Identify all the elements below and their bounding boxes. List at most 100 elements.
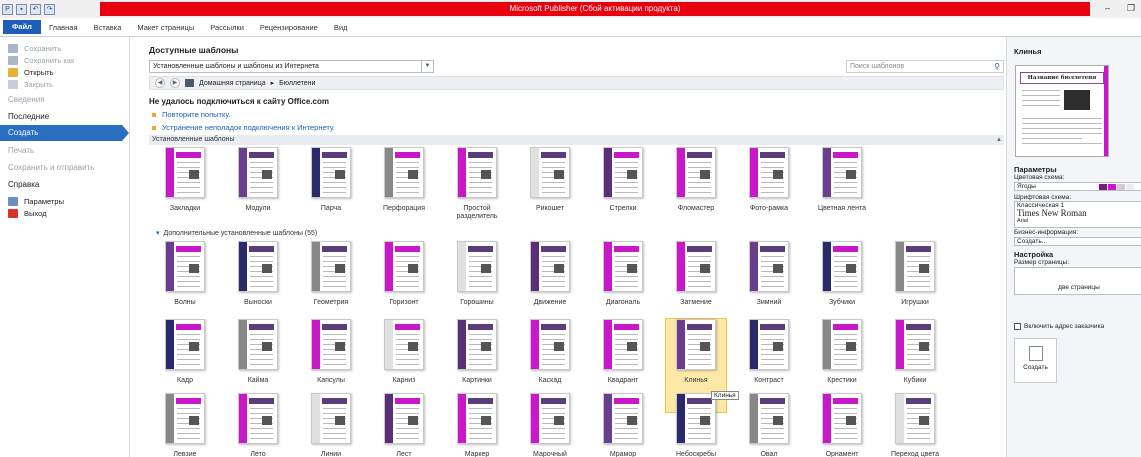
template-thumbnail[interactable]: Затмение <box>665 241 727 307</box>
forward-icon[interactable]: ▶ <box>170 78 180 88</box>
minimize-button[interactable]: – <box>1105 3 1110 13</box>
troubleshoot-link[interactable]: Устранение неполадок подключения к Интер… <box>152 123 335 132</box>
include-address-checkbox[interactable]: Включить адрес заказчика <box>1014 323 1104 330</box>
more-templates-header[interactable]: ▾ Дополнительные установленные шаблоны (5… <box>156 229 317 237</box>
business-info-select[interactable]: Создать... <box>1014 237 1141 246</box>
redo-icon[interactable]: ↷ <box>44 3 55 15</box>
template-thumbnail[interactable]: Картинки <box>446 319 508 385</box>
collapse-icon[interactable]: ▾ <box>156 230 160 237</box>
template-thumbnail[interactable]: Переход цвета <box>884 393 946 457</box>
template-thumbnail[interactable]: Диагональ <box>592 241 654 307</box>
template-thumbnail[interactable]: Выноски <box>227 241 289 307</box>
thumb-line <box>177 182 200 183</box>
template-thumbnail[interactable]: Небоскребы <box>665 393 727 457</box>
template-thumbnail[interactable]: Геометрия <box>300 241 362 307</box>
thumb-line <box>323 261 346 262</box>
nav-info[interactable]: Сведения <box>8 95 45 104</box>
restore-button[interactable]: ❐ <box>1127 3 1135 14</box>
font-scheme-select[interactable]: Классическая 1 Times New Roman Arial <box>1014 201 1141 228</box>
template-thumbnail[interactable]: Крестики <box>811 319 873 385</box>
thumb-line <box>396 286 419 287</box>
template-thumbnail[interactable]: Простой разделитель <box>446 147 508 221</box>
thumb-line <box>469 408 492 409</box>
tab-mailings[interactable]: Рассылки <box>202 18 252 37</box>
back-icon[interactable]: ◀ <box>155 78 165 88</box>
template-thumbnail[interactable]: Квадрант <box>592 319 654 385</box>
template-thumbnail[interactable]: Карниз <box>373 319 435 385</box>
thumb-line <box>396 408 419 409</box>
exit-icon <box>8 209 18 218</box>
template-thumbnail[interactable]: Зимний <box>738 241 800 307</box>
template-thumbnail[interactable]: Лето <box>227 393 289 457</box>
template-thumbnail[interactable]: Парча <box>300 147 362 213</box>
preview-line <box>1022 100 1060 101</box>
retry-link[interactable]: Повторите попытку. <box>152 110 230 119</box>
template-thumbnail[interactable]: Левзие <box>154 393 216 457</box>
tab-home[interactable]: Главная <box>41 18 86 37</box>
thumb-image <box>335 342 345 351</box>
search-templates-input[interactable]: Поиск шаблонов ⚲ <box>846 60 1004 73</box>
chevron-down-icon[interactable]: ▼ <box>421 61 433 72</box>
publisher-icon[interactable]: P <box>2 3 13 15</box>
template-thumbnail[interactable]: Цветная лента <box>811 147 873 213</box>
thumb-line <box>834 192 857 193</box>
template-thumbnail[interactable]: Овал <box>738 393 800 457</box>
scroll-up-icon[interactable]: ▲ <box>996 135 1002 145</box>
tab-insert[interactable]: Вставка <box>86 18 130 37</box>
template-thumbnail[interactable]: Линии <box>300 393 362 457</box>
template-thumbnail[interactable]: Каскад <box>519 319 581 385</box>
create-button[interactable]: Создать <box>1014 338 1057 383</box>
template-thumbnail[interactable]: Марочный <box>519 393 581 457</box>
search-icon[interactable]: ⚲ <box>994 61 1000 72</box>
template-thumbnail[interactable]: Лест <box>373 393 435 457</box>
template-thumbnail[interactable]: Модули <box>227 147 289 213</box>
template-thumbnail[interactable]: Фломастер <box>665 147 727 213</box>
template-preview-image <box>384 241 424 292</box>
template-name: Карниз <box>392 377 416 384</box>
template-thumbnail[interactable]: Орнамент <box>811 393 873 457</box>
nav-close[interactable]: Закрыть <box>8 78 53 91</box>
nav-exit[interactable]: Выход <box>8 207 46 220</box>
template-thumbnail[interactable]: Движение <box>519 241 581 307</box>
nav-save-send[interactable]: Сохранить и отправить <box>8 163 94 172</box>
template-thumbnail[interactable]: Кадр <box>154 319 216 385</box>
checkbox[interactable] <box>1014 323 1021 330</box>
template-source-select[interactable]: Установленные шаблоны и шаблоны из Интер… <box>149 60 434 73</box>
nav-new[interactable]: Создать <box>0 125 129 141</box>
page-size-select[interactable]: две страницы <box>1014 267 1141 295</box>
template-thumbnail[interactable]: Стрелки <box>592 147 654 213</box>
template-thumbnail[interactable]: Игрушки <box>884 241 946 307</box>
save-icon[interactable]: ▪ <box>16 3 27 15</box>
template-thumbnail[interactable]: Мрамор <box>592 393 654 457</box>
template-thumbnail[interactable]: Горошины <box>446 241 508 307</box>
undo-icon[interactable]: ↶ <box>30 3 41 15</box>
template-thumbnail[interactable]: Контраст <box>738 319 800 385</box>
template-thumbnail[interactable]: Волны <box>154 241 216 307</box>
template-thumbnail[interactable]: Фото-рамка <box>738 147 800 213</box>
template-thumbnail[interactable]: Горизонт <box>373 241 435 307</box>
tab-file[interactable]: Файл <box>3 20 41 34</box>
breadcrumb-home[interactable]: Домашняя страница <box>199 80 266 87</box>
tab-page-layout[interactable]: Макет страницы <box>129 18 202 37</box>
thumb-band <box>677 394 685 443</box>
thumb-line <box>323 408 346 409</box>
template-thumbnail[interactable]: Маркер <box>446 393 508 457</box>
template-thumbnail[interactable]: Кайма <box>227 319 289 385</box>
thumb-image <box>335 264 345 273</box>
template-thumbnail[interactable]: Капсулы <box>300 319 362 385</box>
template-thumbnail[interactable]: Перфорация <box>373 147 435 213</box>
thumb-line <box>250 182 273 183</box>
nav-print[interactable]: Печать <box>8 146 34 155</box>
template-thumbnail[interactable]: Рикошет <box>519 147 581 213</box>
nav-recent[interactable]: Последние <box>8 112 49 121</box>
tab-review[interactable]: Рецензирование <box>252 18 326 37</box>
template-thumbnail[interactable]: Закладки <box>154 147 216 213</box>
tab-view[interactable]: Вид <box>326 18 356 37</box>
thumb-line <box>542 433 565 434</box>
template-thumbnail[interactable]: Кубики <box>884 319 946 385</box>
thumb-image <box>189 416 199 425</box>
color-scheme-select[interactable]: Ягоды <box>1014 182 1141 191</box>
nav-help[interactable]: Справка <box>8 180 39 189</box>
thumb-line <box>396 433 419 434</box>
template-thumbnail[interactable]: Зубчики <box>811 241 873 307</box>
